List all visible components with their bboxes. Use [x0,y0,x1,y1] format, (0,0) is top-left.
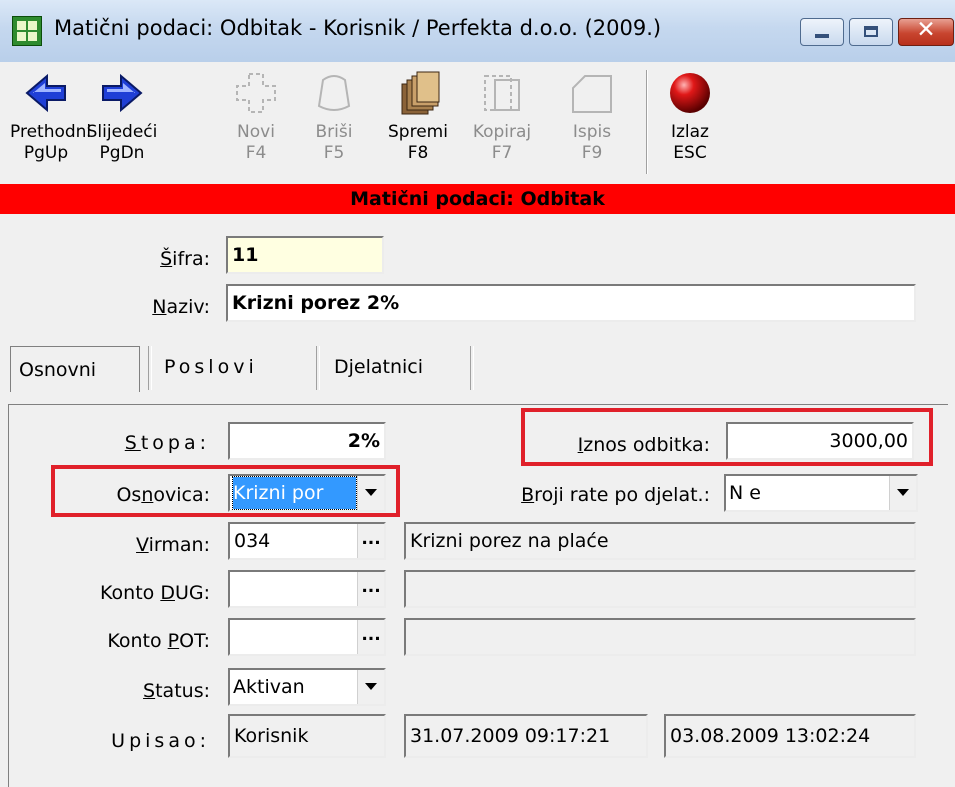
konto-pot-lookup-button[interactable]: ... [357,620,384,654]
toolbar-shortcut: F4 [245,143,267,163]
virman-code-field[interactable]: 034 ... [228,522,386,560]
new-icon [236,73,276,113]
stopa-label: Stopa: [124,432,210,454]
toolbar-button-next[interactable]: Slijedeći PgDn [86,62,158,184]
print-icon [572,75,612,113]
arrow-left-icon [25,73,66,113]
naziv-field[interactable]: Krizni porez 2% [226,284,916,322]
tab-djelatnici[interactable]: Djelatnici [326,342,466,392]
window-title: Matični podaci: Odbitak - Korisnik / Per… [54,16,662,40]
toolbar-shortcut: F9 [581,143,603,163]
toolbar-shortcut: ESC [673,143,707,163]
broji-rate-value: N e [729,482,761,504]
chevron-down-icon [365,683,377,690]
konto-dug-lookup-button[interactable]: ... [357,572,384,606]
tab-separator [470,346,474,390]
upisao-label: Upisao: [111,730,210,752]
section-banner: Matični podaci: Odbitak [0,184,955,214]
highlight-box-osnovica [51,465,400,517]
toolbar-shortcut: PgDn [99,143,145,163]
copy-icon [484,75,520,111]
toolbar-label: Slijedeći [86,122,158,142]
virman-code-value: 034 [234,530,271,552]
created-timestamp-field: 31.07.2009 09:17:21 [404,714,648,758]
sifra-field[interactable]: 11 [226,236,384,274]
maximize-button[interactable] [849,18,893,46]
close-button[interactable]: ✕ [898,17,954,46]
toolbar-button-delete[interactable]: Briši F5 [298,62,370,184]
konto-pot-field[interactable]: ... [228,618,386,656]
close-icon: ✕ [916,17,936,43]
toolbar-shortcut: PgUp [23,143,69,163]
toolbar-shortcut: F5 [323,143,345,163]
stopa-field[interactable]: 2% [228,422,386,460]
minimize-button[interactable] [800,18,844,46]
status-value: Aktivan [233,676,305,698]
broji-rate-label: Broji rate po djelat.: [521,484,710,506]
modified-timestamp-field: 03.08.2009 13:02:24 [664,714,916,758]
toolbar-label: Prethodni [10,122,92,142]
naziv-label: Naziv: [152,296,210,318]
minimize-icon [815,34,829,38]
application-window: Matični podaci: Odbitak - Korisnik / Per… [0,0,955,787]
toolbar-shortcut: F8 [407,143,429,163]
toolbar: Prethodni PgUp Slijedeći PgDn Novi F4 Br… [0,62,955,184]
toolbar-button-save[interactable]: Spremi F8 [382,62,454,184]
konto-pot-description-field [404,618,916,656]
toolbar-label: Kopiraj [472,122,532,142]
tab-separator [148,346,152,390]
virman-label: Virman: [136,534,210,556]
upisao-user-field: Korisnik [228,714,386,758]
toolbar-separator [646,70,648,174]
title-bar[interactable]: Matični podaci: Odbitak - Korisnik / Per… [0,0,955,63]
virman-lookup-button[interactable]: ... [357,524,384,558]
toolbar-label: Ispis [572,122,612,142]
delete-icon [317,75,351,111]
tab-osnovni[interactable]: Osnovni [10,346,140,392]
toolbar-label: Spremi [388,122,448,142]
save-icon [401,71,440,115]
status-dropdown[interactable]: Aktivan [228,668,386,706]
broji-rate-dropdown[interactable]: N e [724,474,918,512]
konto-dug-label: Konto DUG: [100,582,210,604]
tab-poslovi[interactable]: Poslovi [156,342,316,392]
toolbar-label: Novi [237,122,275,142]
sifra-label: Šifra: [160,248,210,270]
exit-icon [670,73,710,113]
toolbar-button-copy[interactable]: Kopiraj F7 [466,62,538,184]
toolbar-button-print[interactable]: Ispis F9 [556,62,628,184]
status-dropdown-button[interactable] [357,670,384,704]
status-label: Status: [143,680,210,702]
toolbar-button-previous[interactable]: Prethodni PgUp [10,62,92,184]
konto-dug-field[interactable]: ... [228,570,386,608]
highlight-box-iznos [521,408,933,466]
toolbar-button-new[interactable]: Novi F4 [220,62,292,184]
toolbar-label: Izlaz [670,122,709,142]
app-icon [12,16,42,46]
virman-description-field: Krizni porez na plaće [404,522,916,560]
konto-dug-description-field [404,570,916,608]
arrow-right-icon [102,73,143,113]
toolbar-label: Briši [315,122,353,142]
konto-pot-label: Konto POT: [107,630,210,652]
tab-separator [316,346,320,390]
toolbar-shortcut: F7 [491,143,513,163]
chevron-down-icon [897,489,909,496]
maximize-icon [864,26,878,37]
toolbar-button-exit[interactable]: Izlaz ESC [654,62,726,184]
broji-rate-dropdown-button[interactable] [889,476,916,510]
